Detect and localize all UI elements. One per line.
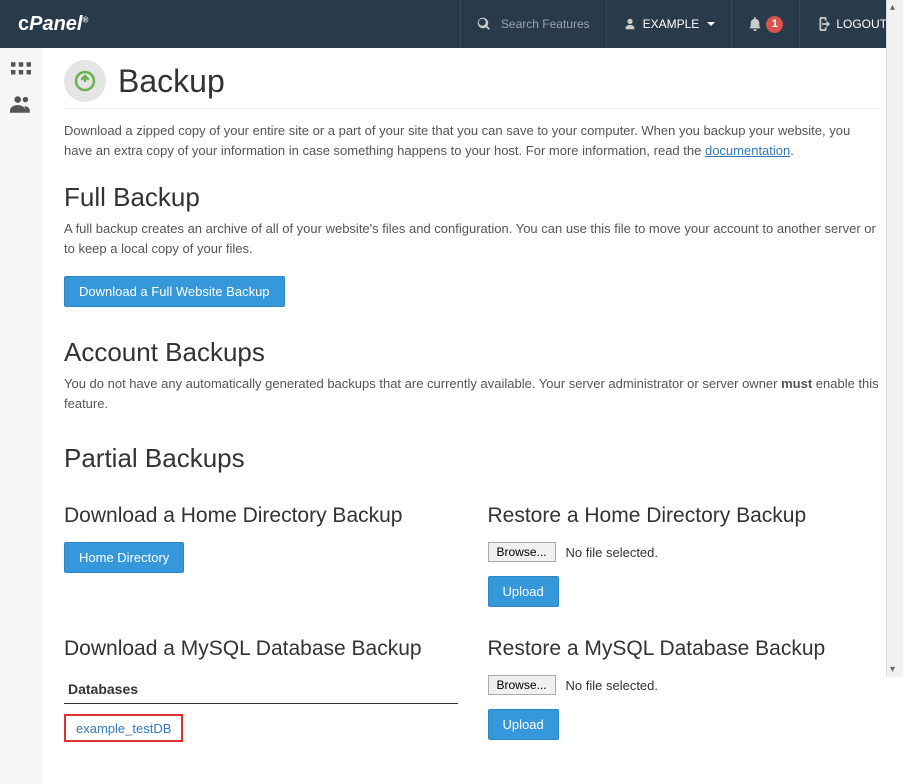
- partial-backups-section: Partial Backups: [64, 443, 881, 474]
- scrollbar[interactable]: [886, 0, 903, 677]
- full-backup-heading: Full Backup: [64, 182, 881, 213]
- download-mysql-heading: Download a MySQL Database Backup: [64, 637, 458, 661]
- file-row-mysql: Browse... No file selected.: [488, 675, 882, 695]
- browse-button-mysql[interactable]: Browse...: [488, 675, 556, 695]
- user-icon: [623, 17, 637, 31]
- logout-label: LOGOUT: [836, 17, 887, 31]
- upload-button-home[interactable]: Upload: [488, 576, 559, 607]
- restore-home-col: Restore a Home Directory Backup Browse..…: [488, 504, 882, 607]
- download-home-heading: Download a Home Directory Backup: [64, 504, 458, 528]
- notifications[interactable]: 1: [731, 0, 799, 48]
- page-description: Download a zipped copy of your entire si…: [64, 121, 881, 160]
- databases-subheading: Databases: [64, 675, 458, 704]
- account-backups-text: You do not have any automatically genera…: [64, 374, 881, 413]
- download-full-backup-button[interactable]: Download a Full Website Backup: [64, 276, 285, 307]
- upload-button-mysql[interactable]: Upload: [488, 709, 559, 740]
- page-title: Backup: [118, 63, 225, 100]
- full-backup-text: A full backup creates an archive of all …: [64, 219, 881, 258]
- sidebar-apps-icon[interactable]: [8, 60, 34, 80]
- search-placeholder: Search Features: [501, 17, 590, 31]
- main-content: Backup Download a zipped copy of your en…: [42, 48, 903, 784]
- user-label: EXAMPLE: [643, 17, 700, 31]
- sidebar: [0, 48, 42, 784]
- browse-button-home[interactable]: Browse...: [488, 542, 556, 562]
- download-home-col: Download a Home Directory Backup Home Di…: [64, 504, 458, 607]
- documentation-link[interactable]: documentation: [705, 143, 790, 158]
- restore-mysql-heading: Restore a MySQL Database Backup: [488, 637, 882, 661]
- restore-mysql-col: Restore a MySQL Database Backup Browse..…: [488, 637, 882, 742]
- account-backups-section: Account Backups You do not have any auto…: [64, 337, 881, 413]
- full-backup-section: Full Backup A full backup creates an arc…: [64, 182, 881, 307]
- partial-backups-heading: Partial Backups: [64, 443, 881, 474]
- file-status-home: No file selected.: [566, 545, 659, 560]
- notification-badge: 1: [766, 16, 783, 33]
- account-backups-heading: Account Backups: [64, 337, 881, 368]
- user-menu[interactable]: EXAMPLE: [606, 0, 732, 48]
- topbar: cPanel® Search Features EXAMPLE 1 LOGOUT: [0, 0, 903, 48]
- download-mysql-col: Download a MySQL Database Backup Databas…: [64, 637, 458, 742]
- home-directory-button[interactable]: Home Directory: [64, 542, 184, 573]
- db-download-link[interactable]: example_testDB: [76, 721, 171, 736]
- page-header: Backup: [64, 60, 881, 109]
- backup-icon: [64, 60, 106, 102]
- restore-home-heading: Restore a Home Directory Backup: [488, 504, 882, 528]
- sidebar-users-icon[interactable]: [8, 94, 34, 114]
- db-highlight: example_testDB: [64, 714, 183, 742]
- file-status-mysql: No file selected.: [566, 678, 659, 693]
- search-icon: [477, 17, 491, 31]
- mysql-row: Download a MySQL Database Backup Databas…: [64, 637, 881, 742]
- caret-down-icon: [707, 22, 715, 26]
- home-directory-row: Download a Home Directory Backup Home Di…: [64, 504, 881, 607]
- file-row-home: Browse... No file selected.: [488, 542, 882, 562]
- search-features[interactable]: Search Features: [460, 0, 606, 48]
- bell-icon: [748, 17, 762, 31]
- logout-icon: [816, 17, 830, 31]
- logo[interactable]: cPanel®: [0, 13, 106, 36]
